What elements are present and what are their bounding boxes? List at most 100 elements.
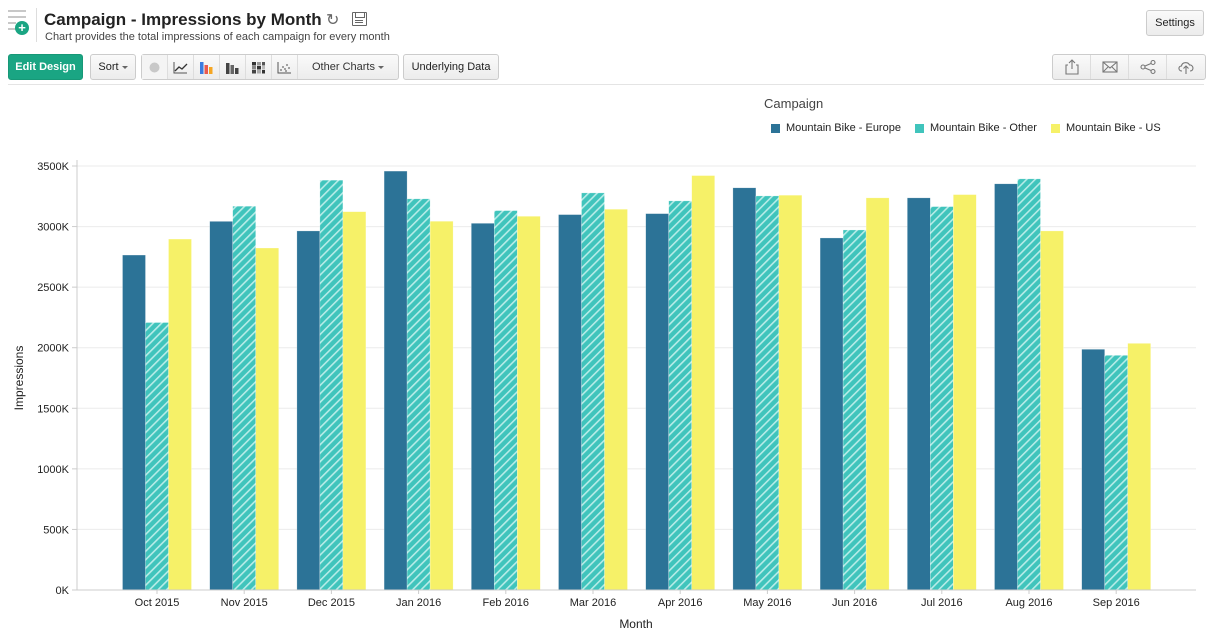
y-tick-label: 500K: [43, 524, 69, 536]
legend-label: Mountain Bike - Europe: [786, 122, 901, 134]
x-tick-label: Mar 2016: [570, 597, 616, 609]
plus-icon: +: [15, 21, 29, 35]
edit-design-button[interactable]: Edit Design: [8, 54, 83, 80]
bar-mountain-bike-europe-feb-2016[interactable]: [471, 223, 495, 591]
line-chart-icon: [173, 61, 188, 73]
bar-mountain-bike-other-aug-2016[interactable]: [1017, 178, 1041, 591]
menu-line: [8, 22, 16, 24]
heatmap-icon: [252, 61, 265, 73]
y-axis-title: Impressions: [12, 346, 26, 411]
bar-mountain-bike-other-dec-2015[interactable]: [319, 179, 344, 591]
bar-mountain-bike-us-mar-2016[interactable]: [604, 208, 628, 591]
bar-mountain-bike-europe-dec-2015[interactable]: [296, 230, 321, 591]
menu-line: [8, 16, 26, 18]
bar-chart-icon: [200, 61, 213, 74]
legend-swatch: [771, 123, 780, 133]
x-tick-label: May 2016: [743, 597, 791, 609]
x-tick-label: Oct 2015: [135, 597, 180, 609]
chart-type-pie[interactable]: [142, 55, 168, 79]
publish-cloud-icon: [1178, 62, 1194, 74]
email-icon: [1101, 61, 1118, 73]
bar-mountain-bike-other-may-2016[interactable]: [755, 195, 780, 591]
bar-mountain-bike-europe-apr-2016[interactable]: [645, 213, 669, 591]
chart-type-bar[interactable]: [194, 55, 220, 79]
y-ticks: 0K 500K 1000K 1500K 2000K 2500K 3000K 3500K: [37, 161, 77, 597]
bar-mountain-bike-us-oct-2015[interactable]: [168, 238, 192, 591]
add-report-icon[interactable]: +: [8, 8, 32, 36]
x-tick-label: Jun 2016: [832, 597, 877, 609]
legend-label: Mountain Bike - Other: [929, 122, 1037, 134]
bar-mountain-bike-other-feb-2016[interactable]: [494, 210, 518, 591]
bar-mountain-bike-europe-nov-2015[interactable]: [209, 221, 233, 591]
legend-item-us[interactable]: Mountain Bike - US: [1050, 122, 1161, 134]
publish-button[interactable]: [1167, 55, 1205, 79]
chart-type-heatmap[interactable]: [246, 55, 272, 79]
x-tick-label: Sep 2016: [1093, 597, 1140, 609]
legend-swatch: [1050, 123, 1060, 133]
header-divider: [36, 8, 37, 42]
refresh-icon[interactable]: ↻: [326, 10, 339, 30]
legend-item-europe[interactable]: Mountain Bike - Europe: [771, 122, 901, 134]
x-tick-label: Jul 2016: [921, 597, 963, 609]
bar-mountain-bike-other-sep-2016[interactable]: [1104, 355, 1128, 591]
x-tick-label: Apr 2016: [658, 597, 703, 609]
share-button[interactable]: [1129, 55, 1167, 79]
bar-mountain-bike-other-jun-2016[interactable]: [842, 229, 867, 591]
y-tick-label: 3500K: [37, 161, 69, 173]
underlying-data-button[interactable]: Underlying Data: [403, 54, 499, 80]
bar-mountain-bike-europe-oct-2015[interactable]: [122, 254, 146, 591]
bar-mountain-bike-us-aug-2016[interactable]: [1040, 230, 1064, 591]
bar-mountain-bike-europe-jun-2016[interactable]: [819, 237, 844, 591]
bar-mountain-bike-europe-mar-2016[interactable]: [558, 214, 582, 591]
bar-mountain-bike-other-jul-2016[interactable]: [930, 206, 954, 591]
chart-type-stacked[interactable]: [220, 55, 246, 79]
bar-chart: 0K 500K 1000K 1500K 2000K 2500K 3000K 3500K Oct…: [12, 160, 1196, 631]
report-header: + Campaign - Impressions by Month Chart …: [0, 0, 1212, 50]
other-charts-dropdown[interactable]: Other Charts: [298, 55, 398, 79]
legend-item-other[interactable]: Mountain Bike - Other: [914, 122, 1037, 134]
chart-type-scatter[interactable]: [272, 55, 298, 79]
x-tick-label: Aug 2016: [1005, 597, 1052, 609]
x-axis-title: Month: [619, 617, 652, 631]
y-tick-label: 2000K: [37, 343, 69, 355]
pie-chart-icon: [149, 62, 160, 72]
bar-mountain-bike-us-dec-2015[interactable]: [342, 211, 367, 591]
bar-mountain-bike-other-apr-2016[interactable]: [668, 200, 692, 591]
bar-mountain-bike-us-feb-2016[interactable]: [517, 216, 541, 591]
save-icon[interactable]: [352, 12, 367, 26]
bar-mountain-bike-us-jul-2016[interactable]: [953, 194, 977, 591]
bar-mountain-bike-europe-jan-2016[interactable]: [383, 170, 408, 591]
bar-mountain-bike-other-mar-2016[interactable]: [581, 192, 605, 591]
bar-mountain-bike-europe-sep-2016[interactable]: [1081, 349, 1105, 591]
sort-label: Sort: [98, 61, 119, 73]
legend-title: Campaign: [764, 96, 824, 111]
bars: [122, 170, 1151, 591]
settings-button[interactable]: Settings: [1146, 10, 1204, 36]
bar-mountain-bike-europe-jul-2016[interactable]: [907, 197, 931, 591]
bar-mountain-bike-us-jun-2016[interactable]: [865, 197, 890, 591]
y-tick-label: 3000K: [37, 222, 69, 234]
x-ticks: Oct 2015 Nov 2015 Dec 2015 Jan 2016 Feb 2016…: [135, 590, 1140, 609]
export-button[interactable]: [1053, 55, 1091, 79]
chart-type-selector: Other Charts: [141, 54, 399, 80]
bar-mountain-bike-other-jan-2016[interactable]: [406, 198, 431, 591]
export-icon: [1064, 59, 1079, 75]
menu-line: [8, 10, 26, 12]
bar-mountain-bike-other-nov-2015[interactable]: [232, 205, 256, 591]
bar-mountain-bike-us-jan-2016[interactable]: [429, 220, 454, 591]
sort-dropdown[interactable]: Sort: [90, 54, 136, 80]
bar-mountain-bike-us-may-2016[interactable]: [778, 194, 803, 591]
x-tick-label: Dec 2015: [308, 597, 355, 609]
email-button[interactable]: [1091, 55, 1129, 79]
bar-mountain-bike-other-oct-2015[interactable]: [145, 322, 169, 591]
y-tick-label: 0K: [56, 585, 70, 597]
bar-mountain-bike-us-apr-2016[interactable]: [691, 175, 715, 591]
bar-mountain-bike-europe-aug-2016[interactable]: [994, 183, 1018, 591]
action-buttons: [1052, 54, 1206, 80]
page-subtitle: Chart provides the total impressions of …: [45, 31, 390, 43]
bar-mountain-bike-us-nov-2015[interactable]: [255, 247, 279, 591]
legend-swatch: [914, 123, 924, 133]
bar-mountain-bike-us-sep-2016[interactable]: [1127, 343, 1151, 591]
chart-type-line[interactable]: [168, 55, 194, 79]
bar-mountain-bike-europe-may-2016[interactable]: [732, 187, 757, 591]
